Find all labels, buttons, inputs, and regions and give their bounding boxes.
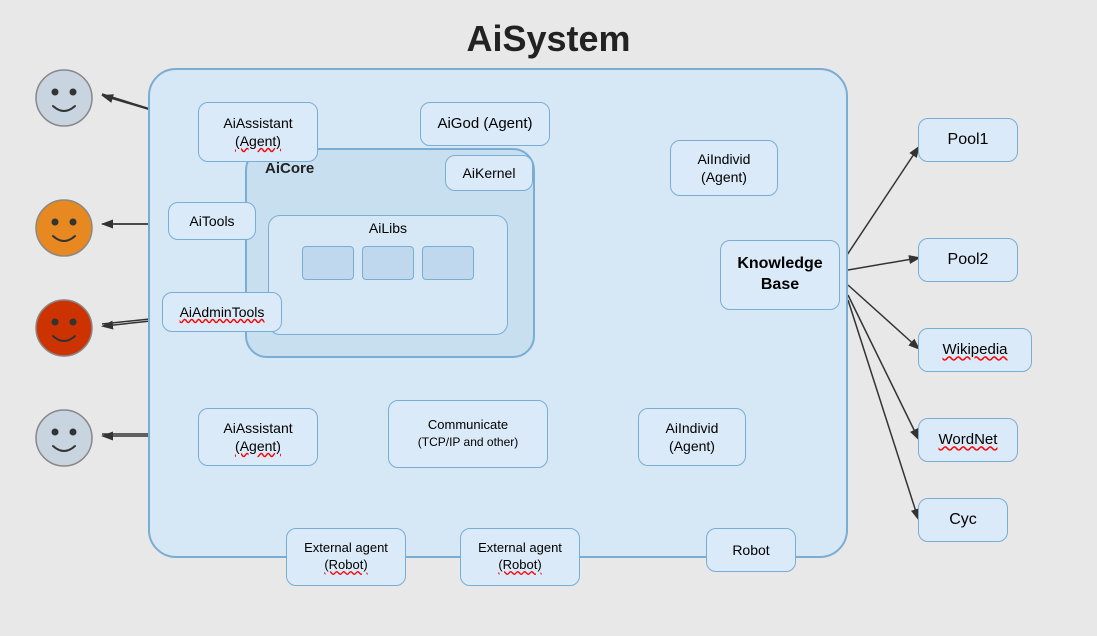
ai-admin-tools: AiAdminTools xyxy=(162,292,282,332)
smiley-4 xyxy=(34,408,94,468)
pool1: Pool1 xyxy=(918,118,1018,162)
diagram-title: AiSystem xyxy=(466,18,630,60)
ailibs-rect-2 xyxy=(362,246,414,280)
ailibs-rect-1 xyxy=(302,246,354,280)
diagram-container: AiSystem xyxy=(0,0,1097,636)
ai-individ-bottom: AiIndivid(Agent) xyxy=(638,408,746,466)
communicate: Communicate(TCP/IP and other) xyxy=(388,400,548,468)
knowledge-base: KnowledgeBase xyxy=(720,240,840,310)
wordnet: WordNet xyxy=(918,418,1018,462)
smiley-1 xyxy=(34,68,94,128)
robot: Robot xyxy=(706,528,796,572)
ai-individ-top: AiIndivid(Agent) xyxy=(670,140,778,196)
ai-kernel: AiKernel xyxy=(445,155,533,191)
external-agent-1: External agent(Robot) xyxy=(286,528,406,586)
pool2: Pool2 xyxy=(918,238,1018,282)
smiley-2 xyxy=(34,198,94,258)
ai-assistant-bottom: AiAssistant(Agent) xyxy=(198,408,318,466)
ai-assistant-top: AiAssistant(Agent) xyxy=(198,102,318,162)
ailibs-rects xyxy=(302,246,474,280)
smiley-3 xyxy=(34,298,94,358)
ai-god-agent: AiGod (Agent) xyxy=(420,102,550,146)
ailibs-box: AiLibs xyxy=(268,215,508,335)
cyc: Cyc xyxy=(918,498,1008,542)
ailibs-label: AiLibs xyxy=(369,220,407,236)
ai-tools: AiTools xyxy=(168,202,256,240)
wikipedia: Wikipedia xyxy=(918,328,1032,372)
ailibs-rect-3 xyxy=(422,246,474,280)
aicore-label: AiCore xyxy=(265,160,314,177)
external-agent-2: External agent(Robot) xyxy=(460,528,580,586)
